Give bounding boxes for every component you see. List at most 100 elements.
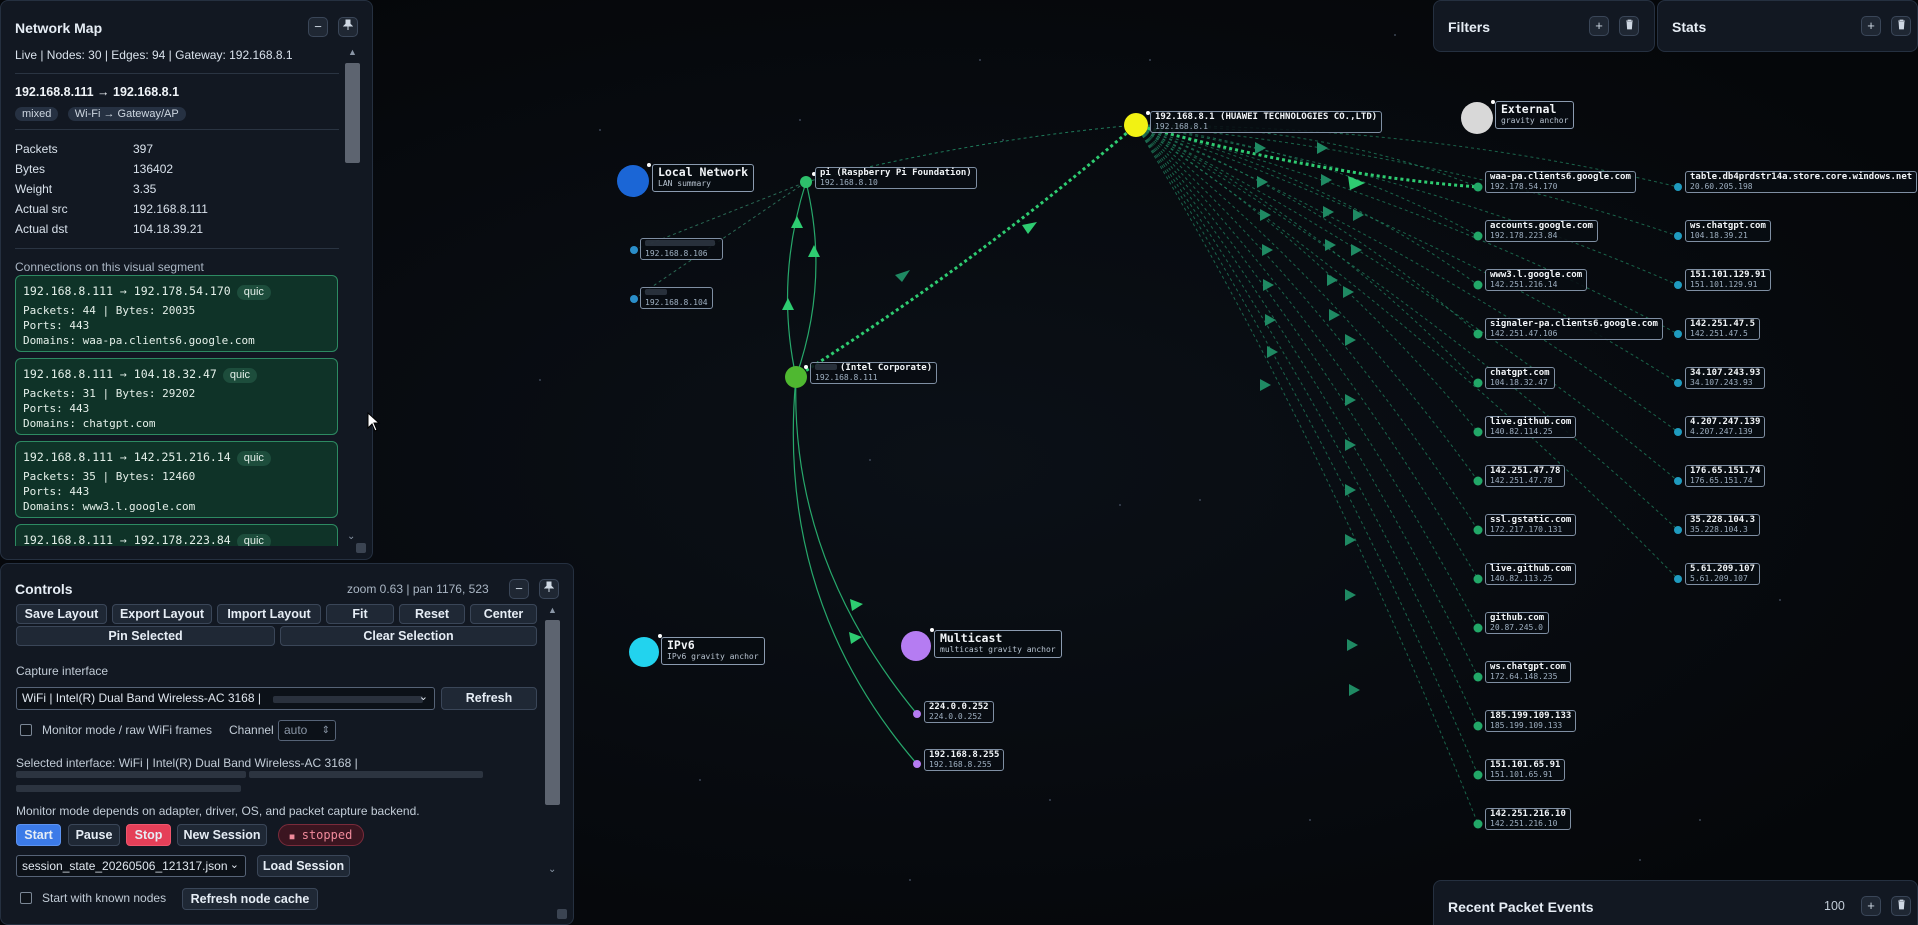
controls-scroll-down[interactable]: ⌄ — [548, 864, 556, 875]
delete-filter-button[interactable] — [1619, 16, 1639, 36]
external-node[interactable] — [1473, 574, 1483, 584]
external-node[interactable] — [1674, 575, 1682, 583]
minimize-button[interactable]: − — [509, 579, 529, 599]
connection-header: 192.168.8.111 → 104.18.32.47 — [23, 367, 217, 381]
pin-selected-button[interactable]: Pin Selected — [16, 626, 275, 646]
local-node[interactable] — [785, 366, 807, 388]
anchor-label-name: External — [1501, 102, 1557, 116]
multicast-node[interactable] — [913, 710, 921, 718]
external-node[interactable] — [1674, 526, 1682, 534]
gravity-anchor-external[interactable] — [1461, 102, 1493, 134]
stat-value: 136402 — [133, 162, 174, 176]
start-button[interactable]: Start — [16, 824, 61, 846]
add-filter-button[interactable]: + — [1589, 16, 1609, 36]
external-node[interactable] — [1473, 721, 1483, 731]
external-node[interactable] — [1674, 330, 1682, 338]
external-node-label-name: github.com — [1490, 613, 1545, 623]
pause-button[interactable]: Pause — [68, 824, 120, 846]
gravity-anchor-multicast[interactable] — [901, 631, 931, 661]
refresh-interfaces-button[interactable]: Refresh — [441, 687, 537, 710]
background-star — [1394, 34, 1396, 36]
connection-card[interactable]: 192.168.8.111 → 142.251.216.14 quic Packe… — [15, 441, 338, 518]
panel-scroll-up[interactable]: ▲ — [348, 47, 357, 57]
delete-stat-button[interactable] — [1891, 16, 1911, 36]
external-node[interactable] — [1473, 819, 1483, 829]
external-node-label-name: 5.61.209.107 — [1690, 564, 1756, 574]
external-node-label-ip: 185.199.109.133 — [1490, 721, 1563, 730]
external-node[interactable] — [1473, 231, 1483, 241]
external-node[interactable] — [1473, 770, 1483, 780]
external-node[interactable] — [1473, 182, 1483, 192]
external-node[interactable] — [1473, 378, 1483, 388]
refresh-node-cache-button[interactable]: Refresh node cache — [182, 888, 318, 910]
delete-event-button[interactable] — [1891, 896, 1911, 916]
add-event-button[interactable]: + — [1861, 896, 1881, 916]
external-node[interactable] — [1674, 379, 1682, 387]
external-node-label: 176.65.151.74 176.65.151.74 — [1685, 465, 1766, 487]
channel-select[interactable]: auto ⇕ — [278, 720, 336, 741]
clear-selection-button[interactable]: Clear Selection — [280, 626, 537, 646]
external-node[interactable] — [1674, 183, 1682, 191]
external-node[interactable] — [1473, 280, 1483, 290]
pin-panel-button[interactable] — [539, 579, 559, 599]
capture-interface-select[interactable]: WiFi | Intel(R) Dual Band Wireless-AC 31… — [16, 687, 435, 710]
multicast-node[interactable] — [913, 760, 921, 768]
local-node-label-name: pi (Raspberry Pi Foundation) — [820, 168, 972, 178]
external-node[interactable] — [1473, 427, 1483, 437]
gravity-anchor-local[interactable] — [617, 165, 649, 197]
protocol-badge: quic — [236, 285, 271, 300]
connection-header: 192.168.8.111 → 142.251.216.14 — [23, 450, 231, 464]
monitor-mode-checkbox[interactable] — [20, 724, 32, 736]
external-node-label-name: 176.65.151.74 — [1690, 466, 1761, 476]
load-session-button[interactable]: Load Session — [257, 855, 350, 877]
divider — [15, 248, 339, 249]
connection-card[interactable]: 192.168.8.111 → 192.178.54.170 quic Packe… — [15, 275, 338, 352]
external-node-label: ws.chatgpt.com 172.64.148.235 — [1485, 661, 1571, 683]
reset-button[interactable]: Reset — [399, 604, 465, 624]
local-node[interactable] — [630, 295, 638, 303]
gateway-node[interactable] — [1124, 113, 1148, 137]
resize-handle[interactable] — [356, 543, 366, 553]
connection-card[interactable]: 192.168.8.111 → 192.178.223.84 quic — [15, 524, 338, 546]
save-layout-button[interactable]: Save Layout — [16, 604, 107, 624]
controls-scroll-up[interactable]: ▲ — [548, 605, 557, 615]
resize-handle[interactable] — [557, 909, 567, 919]
stop-button[interactable]: Stop — [126, 824, 171, 846]
new-session-button[interactable]: New Session — [177, 824, 267, 846]
external-node[interactable] — [1473, 329, 1483, 339]
connection-stats: Packets: 35 | Bytes: 12460 — [23, 470, 196, 483]
export-layout-button[interactable]: Export Layout — [112, 604, 212, 624]
external-node[interactable] — [1473, 525, 1483, 535]
local-node[interactable] — [630, 246, 638, 254]
mouse-cursor-icon — [367, 412, 381, 432]
external-node[interactable] — [1473, 672, 1483, 682]
external-node[interactable] — [1473, 476, 1483, 486]
pin-panel-button[interactable] — [338, 17, 358, 37]
status-dot-icon: ■ — [289, 832, 295, 841]
local-node[interactable] — [800, 176, 812, 188]
import-layout-button[interactable]: Import Layout — [217, 604, 321, 624]
session-file-value: session_state_20260506_121317.json — [22, 859, 228, 873]
session-file-select[interactable]: session_state_20260506_121317.json ⌄ — [16, 855, 246, 877]
panel-scrollbar-thumb[interactable] — [345, 63, 360, 163]
external-node[interactable] — [1674, 477, 1682, 485]
external-node-label-ip: 142.251.216.10 — [1490, 819, 1558, 828]
external-node[interactable] — [1674, 232, 1682, 240]
start-known-nodes-checkbox[interactable] — [20, 892, 32, 904]
local-node-label: 192.168.8.106 — [640, 238, 723, 260]
external-node-label-name: 34.107.243.93 — [1690, 368, 1761, 378]
fit-button[interactable]: Fit — [326, 604, 394, 624]
external-node[interactable] — [1473, 623, 1483, 633]
external-node[interactable] — [1674, 428, 1682, 436]
panel-scroll-down[interactable]: ⌄ — [347, 531, 355, 542]
add-stat-button[interactable]: + — [1861, 16, 1881, 36]
anchor-label-name: IPv6 — [667, 638, 695, 652]
center-button[interactable]: Center — [470, 604, 537, 624]
connection-card[interactable]: 192.168.8.111 → 104.18.32.47 quic Packets… — [15, 358, 338, 435]
background-star — [539, 379, 541, 381]
external-node[interactable] — [1674, 281, 1682, 289]
gravity-anchor-ipv6[interactable] — [629, 637, 659, 667]
minimize-button[interactable]: − — [308, 17, 328, 37]
controls-scrollbar-thumb[interactable] — [545, 620, 560, 805]
monitor-mode-label: Monitor mode / raw WiFi frames — [42, 723, 213, 737]
